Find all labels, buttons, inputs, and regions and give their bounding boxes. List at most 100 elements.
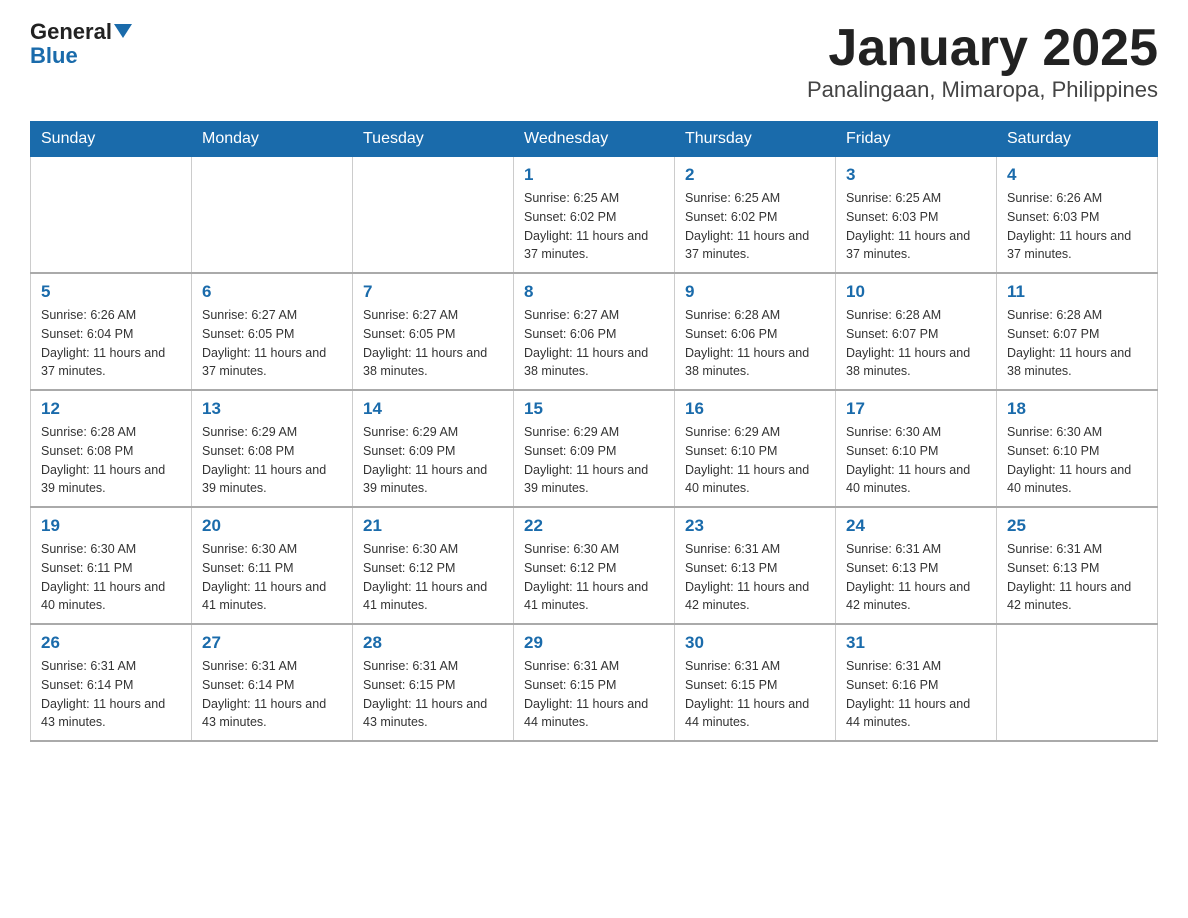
day-number: 19: [41, 516, 181, 536]
day-info: Sunrise: 6:25 AMSunset: 6:02 PMDaylight:…: [685, 189, 825, 264]
day-cell: 31 Sunrise: 6:31 AMSunset: 6:16 PMDayligh…: [836, 624, 997, 741]
day-cell: 4 Sunrise: 6:26 AMSunset: 6:03 PMDaylight…: [997, 157, 1158, 274]
day-info: Sunrise: 6:25 AMSunset: 6:03 PMDaylight:…: [846, 189, 986, 264]
day-cell: 1 Sunrise: 6:25 AMSunset: 6:02 PMDaylight…: [514, 157, 675, 274]
day-number: 25: [1007, 516, 1147, 536]
day-number: 20: [202, 516, 342, 536]
day-cell: 14 Sunrise: 6:29 AMSunset: 6:09 PMDayligh…: [353, 390, 514, 507]
day-number: 9: [685, 282, 825, 302]
day-info: Sunrise: 6:30 AMSunset: 6:10 PMDaylight:…: [1007, 423, 1147, 498]
day-cell: 22 Sunrise: 6:30 AMSunset: 6:12 PMDayligh…: [514, 507, 675, 624]
logo-triangle-icon: [114, 24, 132, 38]
day-number: 1: [524, 165, 664, 185]
day-number: 12: [41, 399, 181, 419]
day-number: 6: [202, 282, 342, 302]
day-number: 7: [363, 282, 503, 302]
col-tuesday: Tuesday: [353, 122, 514, 157]
day-number: 26: [41, 633, 181, 653]
day-info: Sunrise: 6:29 AMSunset: 6:09 PMDaylight:…: [524, 423, 664, 498]
day-cell: 23 Sunrise: 6:31 AMSunset: 6:13 PMDayligh…: [675, 507, 836, 624]
day-cell: 9 Sunrise: 6:28 AMSunset: 6:06 PMDaylight…: [675, 273, 836, 390]
calendar-subtitle: Panalingaan, Mimaropa, Philippines: [807, 77, 1158, 103]
day-cell: 17Sunrise: 6:30 AMSunset: 6:10 PMDayligh…: [836, 390, 997, 507]
day-info: Sunrise: 6:30 AMSunset: 6:12 PMDaylight:…: [363, 540, 503, 615]
day-number: 3: [846, 165, 986, 185]
day-cell: 11Sunrise: 6:28 AMSunset: 6:07 PMDayligh…: [997, 273, 1158, 390]
day-cell: 15 Sunrise: 6:29 AMSunset: 6:09 PMDayligh…: [514, 390, 675, 507]
day-cell: 2Sunrise: 6:25 AMSunset: 6:02 PMDaylight…: [675, 157, 836, 274]
col-friday: Friday: [836, 122, 997, 157]
day-cell: 3 Sunrise: 6:25 AMSunset: 6:03 PMDaylight…: [836, 157, 997, 274]
day-info: Sunrise: 6:29 AMSunset: 6:09 PMDaylight:…: [363, 423, 503, 498]
day-info: Sunrise: 6:31 AMSunset: 6:15 PMDaylight:…: [524, 657, 664, 732]
col-sunday: Sunday: [31, 122, 192, 157]
day-cell: 8 Sunrise: 6:27 AMSunset: 6:06 PMDaylight…: [514, 273, 675, 390]
days-of-week-row: Sunday Monday Tuesday Wednesday Thursday…: [31, 122, 1158, 157]
day-number: 21: [363, 516, 503, 536]
day-number: 13: [202, 399, 342, 419]
day-info: Sunrise: 6:28 AMSunset: 6:06 PMDaylight:…: [685, 306, 825, 381]
day-number: 4: [1007, 165, 1147, 185]
week-row-4: 19 Sunrise: 6:30 AMSunset: 6:11 PMDayligh…: [31, 507, 1158, 624]
day-number: 18: [1007, 399, 1147, 419]
week-row-5: 26 Sunrise: 6:31 AMSunset: 6:14 PMDayligh…: [31, 624, 1158, 741]
day-number: 16: [685, 399, 825, 419]
day-number: 22: [524, 516, 664, 536]
day-number: 30: [685, 633, 825, 653]
day-info: Sunrise: 6:31 AMSunset: 6:13 PMDaylight:…: [685, 540, 825, 615]
day-cell: [31, 157, 192, 274]
day-cell: 26 Sunrise: 6:31 AMSunset: 6:14 PMDayligh…: [31, 624, 192, 741]
logo-blue: Blue: [30, 43, 78, 68]
day-info: Sunrise: 6:30 AMSunset: 6:11 PMDaylight:…: [202, 540, 342, 615]
day-cell: [997, 624, 1158, 741]
day-cell: 25Sunrise: 6:31 AMSunset: 6:13 PMDayligh…: [997, 507, 1158, 624]
logo-general: General: [30, 19, 132, 44]
day-info: Sunrise: 6:26 AMSunset: 6:03 PMDaylight:…: [1007, 189, 1147, 264]
day-cell: 20 Sunrise: 6:30 AMSunset: 6:11 PMDayligh…: [192, 507, 353, 624]
day-cell: 5Sunrise: 6:26 AMSunset: 6:04 PMDaylight…: [31, 273, 192, 390]
day-info: Sunrise: 6:25 AMSunset: 6:02 PMDaylight:…: [524, 189, 664, 264]
day-cell: 30 Sunrise: 6:31 AMSunset: 6:15 PMDayligh…: [675, 624, 836, 741]
day-number: 14: [363, 399, 503, 419]
day-info: Sunrise: 6:26 AMSunset: 6:04 PMDaylight:…: [41, 306, 181, 381]
calendar-table: Sunday Monday Tuesday Wednesday Thursday…: [30, 121, 1158, 742]
day-info: Sunrise: 6:31 AMSunset: 6:15 PMDaylight:…: [685, 657, 825, 732]
day-info: Sunrise: 6:31 AMSunset: 6:15 PMDaylight:…: [363, 657, 503, 732]
col-saturday: Saturday: [997, 122, 1158, 157]
week-row-3: 12Sunrise: 6:28 AMSunset: 6:08 PMDayligh…: [31, 390, 1158, 507]
day-number: 24: [846, 516, 986, 536]
day-info: Sunrise: 6:29 AMSunset: 6:10 PMDaylight:…: [685, 423, 825, 498]
day-number: 23: [685, 516, 825, 536]
day-cell: 7 Sunrise: 6:27 AMSunset: 6:05 PMDaylight…: [353, 273, 514, 390]
day-number: 10: [846, 282, 986, 302]
day-cell: 13 Sunrise: 6:29 AMSunset: 6:08 PMDayligh…: [192, 390, 353, 507]
day-number: 11: [1007, 282, 1147, 302]
day-info: Sunrise: 6:31 AMSunset: 6:13 PMDaylight:…: [846, 540, 986, 615]
week-row-1: 1 Sunrise: 6:25 AMSunset: 6:02 PMDaylight…: [31, 157, 1158, 274]
logo-line1: General: [30, 20, 132, 44]
day-cell: [353, 157, 514, 274]
day-number: 8: [524, 282, 664, 302]
title-block: January 2025 Panalingaan, Mimaropa, Phil…: [807, 20, 1158, 103]
calendar-title: January 2025: [807, 20, 1158, 77]
day-info: Sunrise: 6:30 AMSunset: 6:12 PMDaylight:…: [524, 540, 664, 615]
day-number: 15: [524, 399, 664, 419]
day-cell: 12Sunrise: 6:28 AMSunset: 6:08 PMDayligh…: [31, 390, 192, 507]
day-info: Sunrise: 6:31 AMSunset: 6:16 PMDaylight:…: [846, 657, 986, 732]
day-cell: 16 Sunrise: 6:29 AMSunset: 6:10 PMDayligh…: [675, 390, 836, 507]
day-number: 31: [846, 633, 986, 653]
day-cell: [192, 157, 353, 274]
day-info: Sunrise: 6:30 AMSunset: 6:11 PMDaylight:…: [41, 540, 181, 615]
day-number: 27: [202, 633, 342, 653]
day-info: Sunrise: 6:27 AMSunset: 6:05 PMDaylight:…: [363, 306, 503, 381]
day-info: Sunrise: 6:31 AMSunset: 6:14 PMDaylight:…: [202, 657, 342, 732]
day-info: Sunrise: 6:31 AMSunset: 6:14 PMDaylight:…: [41, 657, 181, 732]
day-number: 28: [363, 633, 503, 653]
day-info: Sunrise: 6:29 AMSunset: 6:08 PMDaylight:…: [202, 423, 342, 498]
day-cell: 6Sunrise: 6:27 AMSunset: 6:05 PMDaylight…: [192, 273, 353, 390]
day-info: Sunrise: 6:27 AMSunset: 6:06 PMDaylight:…: [524, 306, 664, 381]
col-thursday: Thursday: [675, 122, 836, 157]
calendar-body: 1 Sunrise: 6:25 AMSunset: 6:02 PMDaylight…: [31, 157, 1158, 742]
day-cell: 18 Sunrise: 6:30 AMSunset: 6:10 PMDayligh…: [997, 390, 1158, 507]
day-cell: 27 Sunrise: 6:31 AMSunset: 6:14 PMDayligh…: [192, 624, 353, 741]
